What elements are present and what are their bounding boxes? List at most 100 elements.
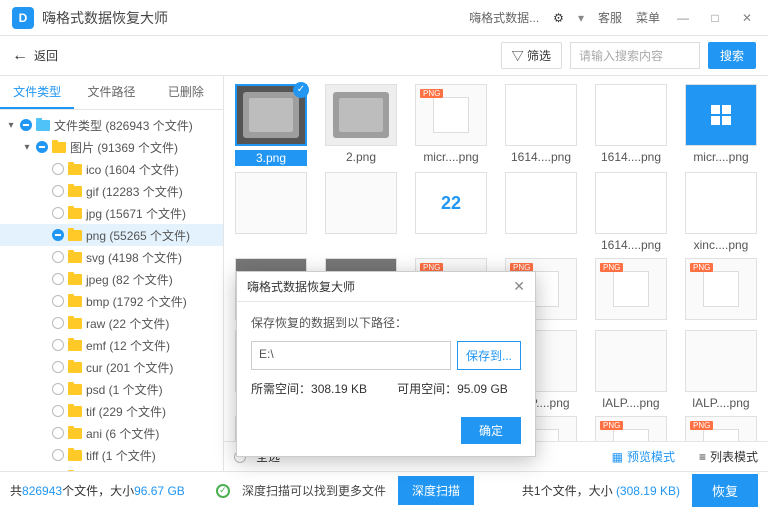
file-cell[interactable]: PNGmicr....png — [408, 84, 494, 166]
file-cell[interactable]: PNG — [678, 416, 764, 441]
file-cell[interactable]: PNG — [588, 258, 674, 324]
tree-checkbox[interactable] — [52, 273, 64, 285]
tree-checkbox[interactable] — [52, 207, 64, 219]
file-name: micr....png — [685, 150, 757, 164]
tree-checkbox[interactable] — [52, 229, 64, 241]
folder-icon — [68, 428, 82, 439]
dialog-title: 嗨格式数据恢复大师 — [247, 278, 355, 295]
minimize-icon[interactable]: — — [674, 9, 692, 27]
thumbnail — [325, 84, 397, 146]
tree-checkbox[interactable] — [52, 185, 64, 197]
tree-label: tif (229 个文件) — [86, 403, 166, 420]
tree-checkbox[interactable] — [52, 361, 64, 373]
tree-row[interactable]: ▾文件类型 (826943 个文件) — [0, 114, 223, 136]
tree-row[interactable]: ico (1604 个文件) — [0, 158, 223, 180]
file-cell[interactable]: ✓3.png — [228, 84, 314, 166]
menu-link[interactable]: 菜单 — [636, 9, 660, 26]
tree-checkbox[interactable] — [52, 405, 64, 417]
file-cell[interactable]: PNG — [588, 416, 674, 441]
toggle-icon[interactable]: ▾ — [22, 142, 32, 153]
tree-row[interactable]: ▾ 图片 (91369 个文件) — [0, 136, 223, 158]
tree-checkbox[interactable] — [52, 251, 64, 263]
selection-summary: 共1个文件，大小 (308.19 KB) — [522, 482, 680, 499]
tree-row[interactable]: emf (12 个文件) — [0, 334, 223, 356]
tree-row[interactable]: jpg (15671 个文件) — [0, 202, 223, 224]
folder-icon — [68, 164, 82, 175]
dropdown-icon[interactable]: ▾ — [578, 11, 584, 25]
tab-2[interactable]: 已删除 — [149, 76, 223, 109]
folder-icon — [68, 274, 82, 285]
tree-checkbox[interactable] — [20, 119, 32, 131]
file-cell[interactable]: 1614....png — [588, 84, 674, 166]
tree-label: jpeg (82 个文件) — [86, 271, 173, 288]
file-cell[interactable]: 1614....png — [498, 84, 584, 166]
check-icon: ✓ — [216, 484, 230, 498]
thumbnail — [595, 330, 667, 392]
tree-label: psd (1 个文件) — [86, 381, 163, 398]
tree-label: cur (201 个文件) — [86, 359, 173, 376]
close-icon[interactable]: ✕ — [738, 9, 756, 27]
tree-row[interactable]: gif (12283 个文件) — [0, 180, 223, 202]
recover-button[interactable]: 恢复 — [692, 474, 758, 507]
tree-row[interactable]: bmp (1792 个文件) — [0, 290, 223, 312]
title-tab[interactable]: 嗨格式数据... — [469, 9, 539, 26]
dialog-close-icon[interactable]: ✕ — [513, 278, 525, 295]
tree-row[interactable]: eps (2 个文件) — [0, 466, 223, 471]
tree-row[interactable]: png (55265 个文件) — [0, 224, 223, 246]
file-cell[interactable] — [318, 172, 404, 252]
file-cell[interactable]: lALP....png — [678, 330, 764, 410]
file-cell[interactable]: PNG — [678, 258, 764, 324]
tree-row[interactable]: tif (229 个文件) — [0, 400, 223, 422]
file-cell[interactable]: 22 — [408, 172, 494, 252]
file-cell[interactable]: xinc....png — [678, 172, 764, 252]
thumbnail — [505, 172, 577, 234]
browse-button[interactable]: 保存到... — [457, 341, 521, 370]
search-input[interactable]: 请输入搜索内容 — [570, 42, 700, 69]
file-cell[interactable] — [228, 172, 314, 252]
tree-checkbox[interactable] — [52, 163, 64, 175]
thumbnail: PNG — [685, 258, 757, 320]
tree-row[interactable]: cur (201 个文件) — [0, 356, 223, 378]
ok-button[interactable]: 确定 — [461, 417, 521, 444]
gear-icon[interactable]: ⚙ — [553, 11, 564, 25]
tree-checkbox[interactable] — [52, 427, 64, 439]
file-name: 1614....png — [595, 238, 667, 252]
file-cell[interactable]: 1614....png — [588, 172, 674, 252]
tab-1[interactable]: 文件路径 — [74, 76, 148, 109]
tree-row[interactable]: psd (1 个文件) — [0, 378, 223, 400]
search-button[interactable]: 搜索 — [708, 42, 756, 69]
tree-row[interactable]: tiff (1 个文件) — [0, 444, 223, 466]
back-button[interactable]: ← 返回 — [12, 47, 58, 65]
tree-checkbox[interactable] — [36, 141, 48, 153]
tree-checkbox[interactable] — [52, 383, 64, 395]
tab-0[interactable]: 文件类型 — [0, 76, 74, 109]
file-cell[interactable]: lALP....png — [588, 330, 674, 410]
thumbnail: 22 — [415, 172, 487, 234]
tree-row[interactable]: ani (6 个文件) — [0, 422, 223, 444]
tree-checkbox[interactable] — [52, 295, 64, 307]
file-cell[interactable]: 2.png — [318, 84, 404, 166]
path-input[interactable]: E:\ — [251, 341, 451, 370]
support-link[interactable]: 客服 — [598, 9, 622, 26]
tree-row[interactable]: svg (4198 个文件) — [0, 246, 223, 268]
maximize-icon[interactable]: □ — [706, 9, 724, 27]
preview-mode-button[interactable]: ▦ 预览模式 — [612, 448, 675, 465]
tree-row[interactable]: raw (22 个文件) — [0, 312, 223, 334]
tree-row[interactable]: jpeg (82 个文件) — [0, 268, 223, 290]
list-mode-button[interactable]: ≡ 列表模式 — [699, 448, 758, 465]
tree-checkbox[interactable] — [52, 339, 64, 351]
tree-checkbox[interactable] — [52, 449, 64, 461]
thumbnail — [685, 84, 757, 146]
tree-label: 图片 (91369 个文件) — [70, 139, 178, 156]
folder-icon — [68, 296, 82, 307]
thumbnail — [505, 84, 577, 146]
toggle-icon[interactable]: ▾ — [6, 120, 16, 131]
file-name: lALP....png — [595, 396, 667, 410]
file-cell[interactable]: micr....png — [678, 84, 764, 166]
thumbnail — [235, 172, 307, 234]
file-cell[interactable] — [498, 172, 584, 252]
tree-checkbox[interactable] — [52, 317, 64, 329]
tree-label: raw (22 个文件) — [86, 315, 169, 332]
deep-scan-button[interactable]: 深度扫描 — [398, 476, 474, 505]
filter-button[interactable]: ▽ 筛选 — [501, 42, 562, 69]
